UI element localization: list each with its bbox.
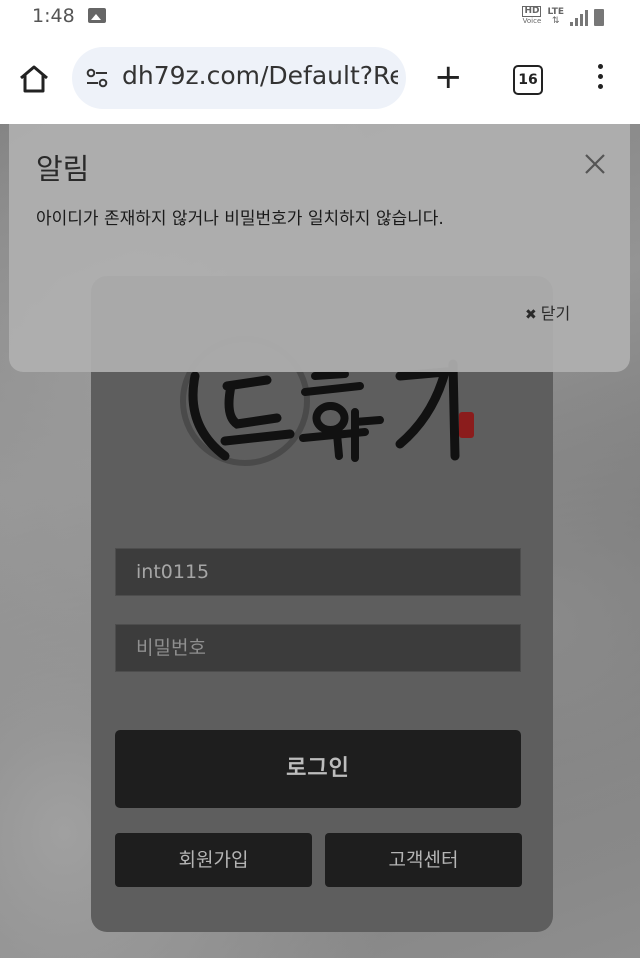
lte-icon: LTE ⇅ <box>547 7 564 26</box>
modal-title: 알림 <box>36 152 90 186</box>
password-input[interactable]: 비밀번호 <box>115 624 521 672</box>
modal-close-label: 닫기 <box>540 304 571 323</box>
signal-icon <box>570 10 588 26</box>
url-text[interactable]: dh79z.com/Default?Re <box>122 61 398 90</box>
browser-toolbar: dh79z.com/Default?Re + 16 <box>0 34 640 124</box>
status-icons: HD Voice LTE ⇅ <box>522 6 604 26</box>
image-icon <box>88 8 106 23</box>
hd-voice-icon: HD Voice <box>522 6 542 25</box>
close-icon[interactable] <box>583 152 607 176</box>
status-time: 1:48 <box>32 5 75 27</box>
login-card: int0115 비밀번호 로그인 회원가입 고객센터 <box>91 276 553 932</box>
site-settings-icon[interactable] <box>86 67 108 89</box>
web-page: int0115 비밀번호 로그인 회원가입 고객센터 알림 아이디가 존재하지 … <box>0 124 640 958</box>
modal-close-button[interactable]: ✖ 닫기 <box>525 300 570 324</box>
modal-message: 아이디가 존재하지 않거나 비밀번호가 일치하지 않습니다. <box>36 209 444 229</box>
tab-switcher-icon[interactable]: 16 <box>513 65 543 95</box>
overflow-menu-icon[interactable] <box>598 64 604 94</box>
username-input[interactable]: int0115 <box>115 548 521 596</box>
x-icon: ✖ <box>525 307 537 323</box>
battery-icon <box>594 9 604 26</box>
login-button[interactable]: 로그인 <box>115 730 521 808</box>
new-tab-icon[interactable]: + <box>434 60 463 94</box>
home-icon[interactable] <box>18 64 50 94</box>
status-bar: 1:48 HD Voice LTE ⇅ <box>0 0 640 34</box>
customer-center-button[interactable]: 고객센터 <box>325 833 522 887</box>
address-bar[interactable]: dh79z.com/Default?Re <box>72 47 406 109</box>
alert-modal: 알림 아이디가 존재하지 않거나 비밀번호가 일치하지 않습니다. ✖ 닫기 <box>9 124 630 372</box>
signup-button[interactable]: 회원가입 <box>115 833 312 887</box>
